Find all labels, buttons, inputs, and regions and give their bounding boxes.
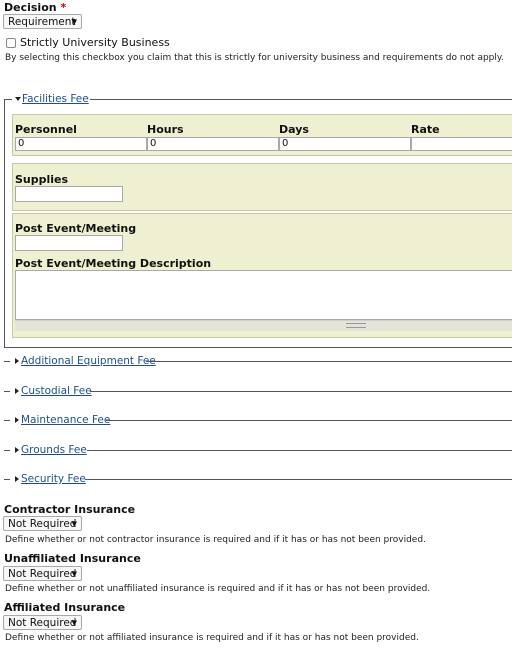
decision-select-value: Requirement bbox=[8, 16, 76, 28]
custodial-fee-toggle[interactable]: Custodial Fee bbox=[21, 385, 92, 397]
hours-label: Hours bbox=[147, 123, 184, 136]
fieldset-border-top bbox=[90, 99, 512, 100]
contractor-insurance-select[interactable]: Not Required ▼ bbox=[3, 516, 82, 531]
strictly-university-help: By selecting this checkbox you claim tha… bbox=[5, 53, 504, 63]
supplies-label: Supplies bbox=[15, 173, 69, 186]
chevron-down-icon: ▼ bbox=[71, 18, 77, 26]
hours-input[interactable]: 0 bbox=[147, 137, 279, 151]
decision-label-text: Decision bbox=[4, 1, 57, 14]
personnel-label: Personnel bbox=[15, 123, 77, 136]
chevron-down-icon: ▼ bbox=[71, 520, 77, 528]
days-input[interactable]: 0 bbox=[279, 137, 411, 151]
fieldset-border-top bbox=[4, 99, 12, 100]
chevron-down-icon: ▼ bbox=[71, 619, 77, 627]
unaffiliated-insurance-select[interactable]: Not Required ▼ bbox=[3, 566, 82, 581]
expand-right-icon[interactable] bbox=[15, 447, 19, 453]
fieldset-border-top bbox=[4, 450, 10, 451]
post-event-description-textarea[interactable] bbox=[15, 270, 512, 320]
post-event-label: Post Event/Meeting bbox=[15, 222, 137, 235]
textarea-resize-bar[interactable] bbox=[15, 320, 512, 331]
fieldset-border-top bbox=[4, 361, 10, 362]
expand-down-icon[interactable] bbox=[15, 97, 21, 101]
affiliated-insurance-select[interactable]: Not Required ▼ bbox=[3, 615, 82, 630]
additional-equipment-fee-toggle[interactable]: Additional Equipment Fee bbox=[21, 355, 156, 367]
decision-select[interactable]: Requirement ▼ bbox=[3, 14, 82, 29]
security-fee-toggle[interactable]: Security Fee bbox=[21, 473, 86, 485]
personnel-input[interactable]: 0 bbox=[15, 137, 147, 151]
resize-grip-icon[interactable] bbox=[346, 323, 366, 328]
expand-right-icon[interactable] bbox=[15, 388, 19, 394]
chevron-down-icon: ▼ bbox=[71, 570, 77, 578]
required-marker: * bbox=[60, 1, 67, 14]
strictly-university-label: Strictly University Business bbox=[20, 36, 170, 49]
fieldset-border-top bbox=[106, 420, 512, 421]
strictly-university-checkbox[interactable] bbox=[6, 38, 16, 48]
fieldset-border-top bbox=[87, 450, 512, 451]
rate-label: Rate bbox=[411, 123, 440, 136]
contractor-insurance-help: Define whether or not contractor insuran… bbox=[5, 535, 426, 545]
fieldset-border-top bbox=[4, 479, 10, 480]
contractor-insurance-label: Contractor Insurance bbox=[4, 503, 136, 516]
contractor-insurance-value: Not Required bbox=[8, 518, 77, 530]
unaffiliated-insurance-label: Unaffiliated Insurance bbox=[4, 552, 141, 565]
post-event-description-label: Post Event/Meeting Description bbox=[15, 257, 212, 270]
affiliated-insurance-help: Define whether or not affiliated insuran… bbox=[5, 633, 419, 643]
expand-right-icon[interactable] bbox=[15, 358, 19, 364]
facilities-fee-toggle[interactable]: Facilities Fee bbox=[22, 93, 89, 105]
maintenance-fee-toggle[interactable]: Maintenance Fee bbox=[21, 414, 110, 426]
affiliated-insurance-value: Not Required bbox=[8, 617, 77, 629]
unaffiliated-insurance-help: Define whether or not unaffiliated insur… bbox=[5, 584, 431, 594]
grounds-fee-toggle[interactable]: Grounds Fee bbox=[21, 444, 87, 456]
fieldset-border-top bbox=[4, 391, 10, 392]
expand-right-icon[interactable] bbox=[15, 417, 19, 423]
fieldset-border-top bbox=[90, 391, 512, 392]
fieldset-border-top bbox=[4, 420, 10, 421]
rate-input[interactable] bbox=[411, 137, 512, 151]
affiliated-insurance-label: Affiliated Insurance bbox=[4, 601, 126, 614]
expand-right-icon[interactable] bbox=[15, 476, 19, 482]
decision-label: Decision * bbox=[4, 1, 66, 14]
post-event-input[interactable] bbox=[15, 235, 123, 251]
days-label: Days bbox=[279, 123, 309, 136]
unaffiliated-insurance-value: Not Required bbox=[8, 568, 77, 580]
supplies-input[interactable] bbox=[15, 186, 123, 202]
fieldset-border-top bbox=[85, 479, 512, 480]
fieldset-border-top bbox=[146, 361, 512, 362]
